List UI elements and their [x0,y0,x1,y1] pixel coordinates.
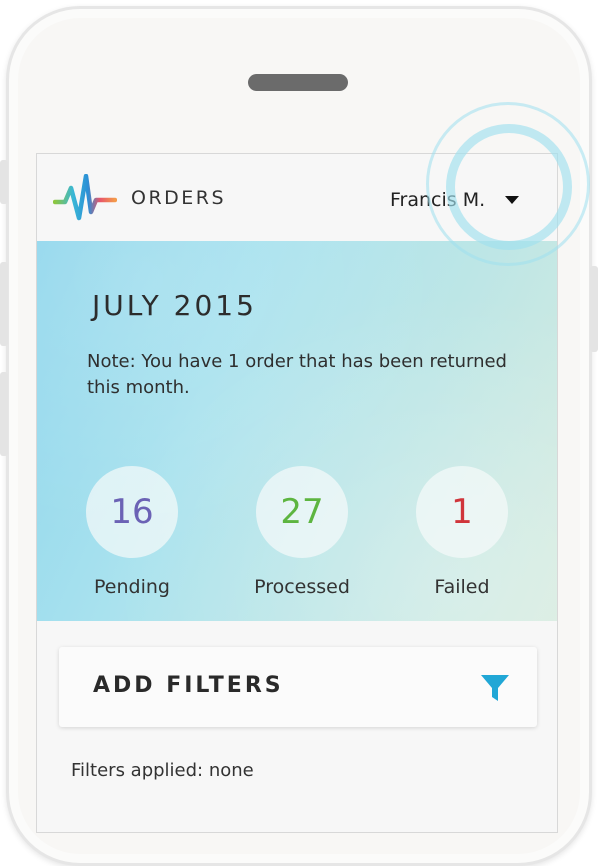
stat-processed-circle: 27 [256,466,348,558]
phone-speaker [248,74,348,91]
phone-volume-up-button [0,262,8,346]
add-filters-label: ADD FILTERS [93,673,284,698]
phone-side-button [0,160,8,204]
user-menu-dropdown[interactable]: Francis M. [390,187,520,213]
stat-failed-circle: 1 [416,466,508,558]
caret-down-icon [505,196,520,204]
month-title: JULY 2015 [92,289,257,322]
stat-pending-circle: 16 [86,466,178,558]
summary-banner: JULY 2015 Note: You have 1 order that ha… [37,241,557,621]
stat-processed[interactable]: 27 Processed [232,466,372,598]
stat-failed-label: Failed [434,576,490,598]
filters-applied-text: Filters applied: none [71,760,254,781]
user-name: Francis M. [390,189,486,211]
phone-volume-down-button [0,372,8,456]
returns-note: Note: You have 1 order that has been ret… [87,351,507,398]
filter-funnel-icon [481,675,509,701]
stat-pending-label: Pending [94,576,170,598]
app-title: ORDERS [131,187,227,209]
stat-failed[interactable]: 1 Failed [392,466,532,598]
top-bar: ORDERS Francis M. [37,154,557,241]
stat-processed-value: 27 [280,492,324,532]
phone-power-button [590,266,598,352]
stat-failed-value: 1 [451,492,473,532]
app-logo-icon [53,174,117,221]
stat-pending[interactable]: 16 Pending [62,466,202,598]
stat-processed-label: Processed [254,576,350,598]
app-screen: ORDERS Francis M. JULY 2015 Note: You ha… [36,153,558,833]
stat-pending-value: 16 [110,492,154,532]
add-filters-button[interactable]: ADD FILTERS [59,647,537,727]
